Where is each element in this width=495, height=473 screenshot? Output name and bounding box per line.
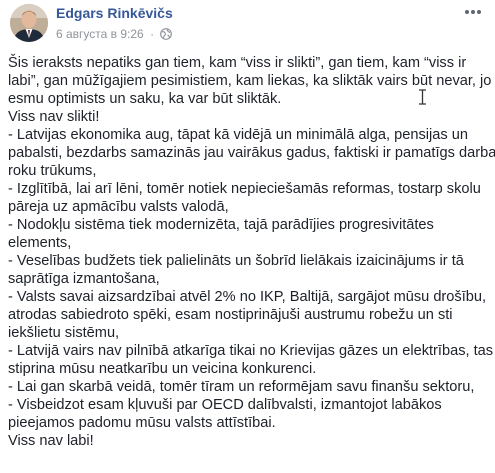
post-text-line: labi”, gan mūžīgajiem pesimistiem, kam l… xyxy=(8,73,492,89)
post-text-line: - Visbeidzot esam kļuvuši par OECD dalīb… xyxy=(8,397,442,413)
post-text-line: roku trūkums, xyxy=(8,163,97,179)
post-text-line: - Latvijā vairs nav pilnībā atkarīga tik… xyxy=(8,343,494,359)
post-text-line: - Veselības budžets tiek palielināts un … xyxy=(8,253,464,269)
post-timestamp[interactable]: 6 августа в 9:26 xyxy=(56,27,144,41)
post-text-line: pabalsti, bezdarbs samazinās jau vairāku… xyxy=(8,145,495,161)
post-text-line: iekšlietu sistēmu, xyxy=(8,325,120,341)
post-meta: 6 августа в 9:26 · xyxy=(56,26,173,41)
post-text-line: - Izglītībā, lai arī lēni, tomēr notiek … xyxy=(8,181,481,197)
profile-photo-icon xyxy=(10,4,48,42)
post-text-line: - Lai gan skarbā veidā, tomēr tīram un r… xyxy=(8,379,475,395)
globe-icon[interactable] xyxy=(160,27,173,40)
post-text-line: atrodas sabiedroto spēki, esam nostiprin… xyxy=(8,307,453,323)
post-text-line: saprātīga izmantošana, xyxy=(8,271,160,287)
post-text-line: pieejamos padomu mūsu valsts attīstībai. xyxy=(8,415,276,431)
author-name[interactable]: Edgars Rinkēvičs xyxy=(56,5,173,21)
post-text-line: - Valsts savai aizsardzībai atvēl 2% no … xyxy=(8,289,487,305)
more-options-icon[interactable] xyxy=(463,6,483,18)
post-text: Šis ieraksts nepatiks gan tiem, kam “vis… xyxy=(8,54,495,450)
post-text-line: elements, xyxy=(8,235,72,251)
text-cursor-icon xyxy=(419,89,426,105)
post-text-line: Šis ieraksts nepatiks gan tiem, kam “vis… xyxy=(8,55,467,71)
post-header: Edgars Rinkēvičs 6 августа в 9:26 · xyxy=(0,0,495,48)
post-text-line: - Latvijas ekonomika aug, tāpat kā vidēj… xyxy=(8,127,468,143)
post-text-line: Viss nav slikti! xyxy=(8,109,100,125)
post-text-line: pāreja uz apmācību valsts valodā, xyxy=(8,199,229,215)
meta-separator: · xyxy=(150,26,155,41)
avatar[interactable] xyxy=(10,4,48,42)
post-text-line: stiprina mūsu neatkarību un veicina konk… xyxy=(8,361,317,377)
post-text-line: - Nodokļu sistēma tiek modernizēta, tajā… xyxy=(8,217,434,233)
post-text-line: Viss nav labi! xyxy=(8,433,94,449)
